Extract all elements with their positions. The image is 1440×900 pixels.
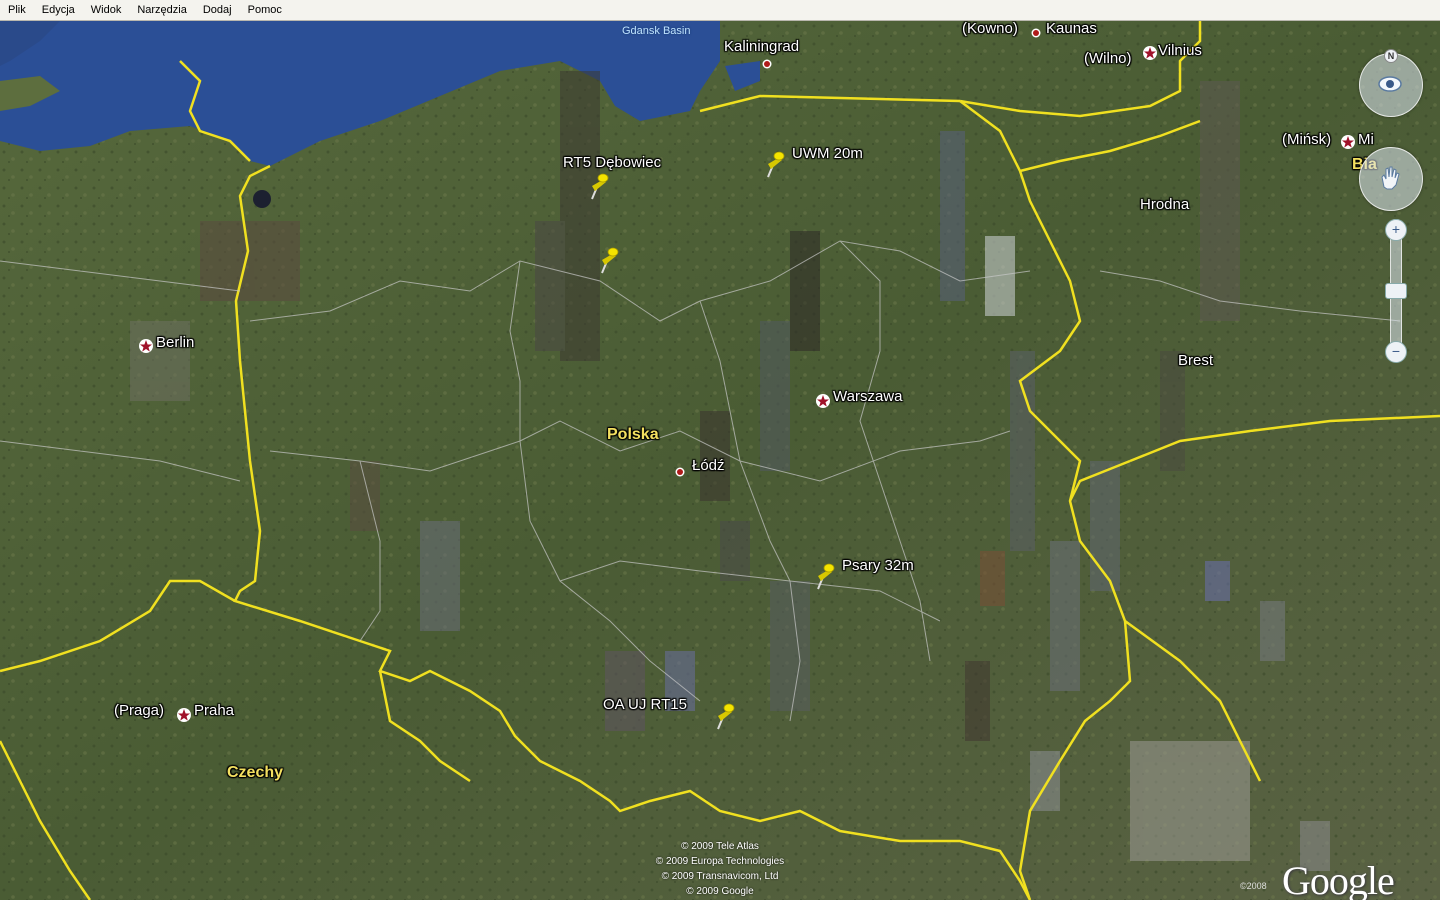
capital-star-icon	[139, 339, 153, 353]
zoom-thumb[interactable]	[1385, 283, 1407, 299]
attribution-line: © 2009 Transnavicom, Ltd	[661, 871, 779, 882]
pushpin-icon[interactable]	[596, 245, 620, 275]
logo-year: ©2008	[1240, 881, 1267, 891]
map-view[interactable]: Gdansk Basin (Kowno) Kaunas Kaliningrad …	[0, 21, 1440, 900]
pushpin-icon[interactable]	[586, 171, 610, 201]
attribution-line: © 2009 Europa Technologies	[655, 856, 785, 867]
pushpin-icon[interactable]	[762, 149, 786, 179]
label-warszawa: Warszawa	[833, 388, 903, 405]
label-kowno: (Kowno)	[962, 21, 1018, 37]
label-brest: Brest	[1178, 352, 1214, 369]
capital-star-icon	[1143, 46, 1157, 60]
pushpin-icon[interactable]	[812, 561, 836, 591]
label-czechy: Czechy	[227, 764, 284, 781]
label-lodz: Łódź	[692, 457, 725, 474]
label-hrodna: Hrodna	[1140, 196, 1190, 213]
label-vilnius: Vilnius	[1158, 42, 1202, 59]
label-polska: Polska	[607, 426, 659, 443]
attribution: © 2009 Tele Atlas © 2009 Europa Technolo…	[620, 840, 820, 900]
attribution-line: © 2009 Tele Atlas	[681, 841, 759, 852]
navigation-controls: N + −	[1355, 47, 1435, 367]
capital-star-icon	[1341, 135, 1355, 149]
menu-plik[interactable]: Plik	[0, 0, 34, 21]
pushpin-icon[interactable]	[712, 701, 736, 731]
capital-star-icon	[816, 394, 830, 408]
city-marker-icon	[1031, 28, 1041, 38]
zoom-in-button[interactable]: +	[1385, 219, 1407, 241]
city-marker-icon	[762, 59, 772, 69]
label-berlin: Berlin	[156, 334, 195, 351]
city-marker-icon	[675, 467, 685, 477]
attribution-line: © 2009 Google	[686, 886, 754, 897]
label-praga: (Praga)	[114, 702, 165, 719]
eye-icon[interactable]	[1377, 71, 1403, 97]
capital-star-icon	[177, 708, 191, 722]
placemark-label-psary[interactable]: Psary 32m	[842, 558, 914, 574]
label-minsk-pl: (Mińsk)	[1282, 131, 1332, 148]
menu-bar: Plik Edycja Widok Narzędzia Dodaj Pomoc	[0, 0, 1440, 21]
placemark-label-oa-uj[interactable]: OA UJ RT15	[603, 697, 687, 713]
north-button[interactable]: N	[1384, 49, 1398, 63]
label-kaunas: Kaunas	[1046, 21, 1097, 37]
placemark-label-uwm[interactable]: UWM 20m	[792, 146, 863, 162]
menu-narzedzia[interactable]: Narzędzia	[129, 0, 195, 21]
menu-pomoc[interactable]: Pomoc	[240, 0, 290, 21]
menu-edycja[interactable]: Edycja	[34, 0, 83, 21]
placemark-label-rt5[interactable]: RT5 Dębowiec	[563, 155, 661, 171]
google-logo: Google	[1282, 858, 1395, 900]
zoom-out-button[interactable]: −	[1385, 341, 1407, 363]
label-praha: Praha	[194, 702, 235, 719]
hand-icon[interactable]	[1378, 165, 1402, 191]
label-kaliningrad: Kaliningrad	[724, 38, 800, 55]
menu-dodaj[interactable]: Dodaj	[195, 0, 240, 21]
label-gdansk-basin: Gdansk Basin	[622, 25, 691, 37]
label-wilno: (Wilno)	[1084, 50, 1132, 67]
menu-widok[interactable]: Widok	[83, 0, 130, 21]
